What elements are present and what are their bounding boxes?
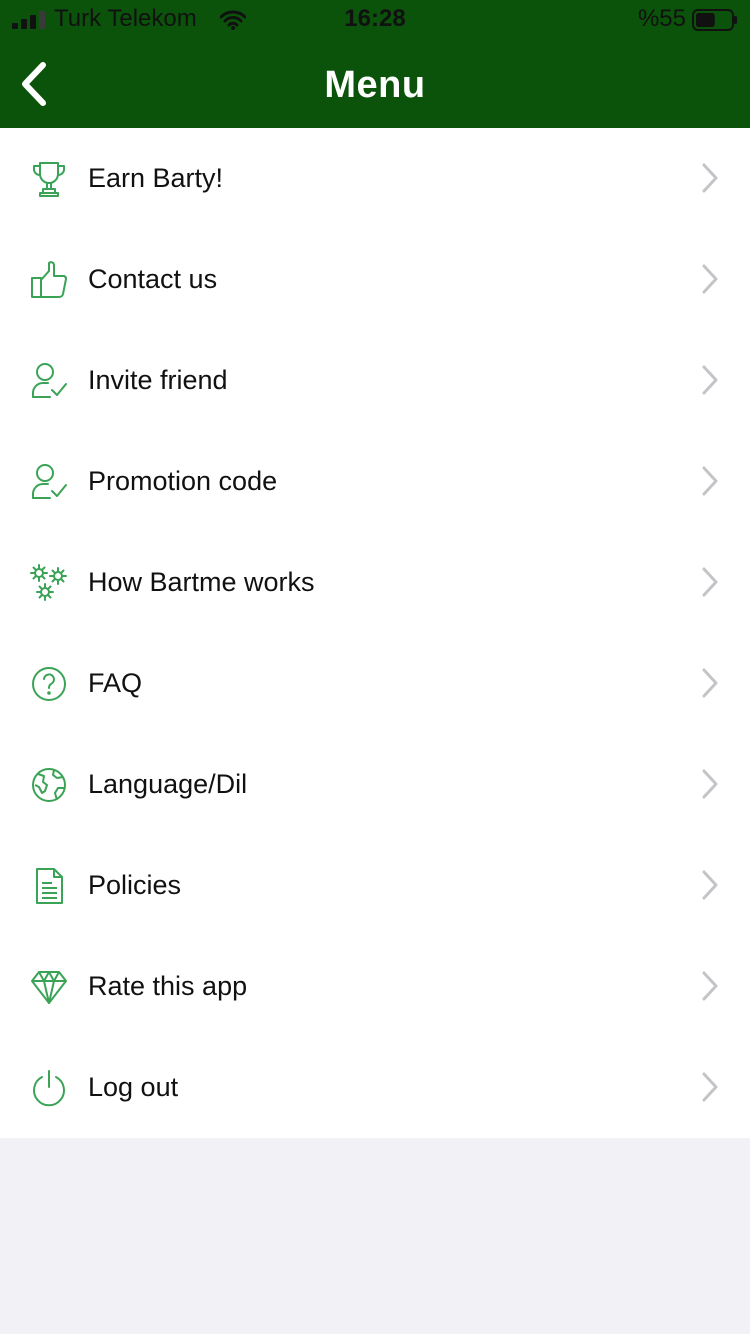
menu-item-label: Rate this app bbox=[88, 971, 248, 1001]
menu-item-label: Policies bbox=[88, 870, 182, 900]
battery-icon bbox=[692, 9, 737, 31]
back-button[interactable] bbox=[8, 54, 60, 114]
trophy-icon bbox=[30, 160, 68, 198]
chevron-right-icon bbox=[702, 567, 718, 597]
menu-item-label: Log out bbox=[88, 1072, 179, 1102]
menu-item-label: Language/Dil bbox=[88, 769, 248, 799]
globe-icon bbox=[30, 766, 68, 804]
menu-item-contact-us[interactable]: Contact us bbox=[0, 229, 750, 330]
document-icon bbox=[30, 867, 68, 905]
chevron-right-icon bbox=[702, 769, 718, 799]
battery-percent: %55 bbox=[637, 5, 686, 32]
page-title: Menu bbox=[324, 64, 426, 106]
menu-item-rate-app[interactable]: Rate this app bbox=[0, 936, 750, 1037]
gears-icon bbox=[30, 564, 68, 602]
chevron-right-icon bbox=[702, 163, 718, 193]
menu-item-label: How Bartme works bbox=[88, 567, 315, 597]
user-check-icon bbox=[30, 362, 68, 400]
chevron-right-icon bbox=[702, 870, 718, 900]
status-bar: Turk Telekom 16:28 %55 bbox=[0, 0, 750, 40]
user-check-icon bbox=[30, 463, 68, 501]
menu-item-label: Contact us bbox=[88, 264, 218, 294]
navigation-bar: Menu bbox=[0, 40, 750, 128]
thumbs-up-icon bbox=[30, 261, 68, 299]
chevron-right-icon bbox=[702, 466, 718, 496]
menu-item-language[interactable]: Language/Dil bbox=[0, 734, 750, 835]
menu-item-promotion-code[interactable]: Promotion code bbox=[0, 431, 750, 532]
menu-item-faq[interactable]: FAQ bbox=[0, 633, 750, 734]
menu-item-earn-barty[interactable]: Earn Barty! bbox=[0, 128, 750, 229]
menu-item-invite-friend[interactable]: Invite friend bbox=[0, 330, 750, 431]
diamond-icon bbox=[30, 968, 68, 1006]
empty-background bbox=[0, 1138, 750, 1334]
menu-item-label: Promotion code bbox=[88, 466, 278, 496]
chevron-left-icon bbox=[22, 62, 46, 106]
chevron-right-icon bbox=[702, 668, 718, 698]
menu-item-log-out[interactable]: Log out bbox=[0, 1037, 750, 1138]
menu-item-label: Earn Barty! bbox=[88, 163, 224, 193]
question-circle-icon bbox=[30, 665, 68, 703]
menu-item-label: Invite friend bbox=[88, 365, 228, 395]
chevron-right-icon bbox=[702, 264, 718, 294]
menu-item-label: FAQ bbox=[88, 668, 143, 698]
menu-item-policies[interactable]: Policies bbox=[0, 835, 750, 936]
chevron-right-icon bbox=[702, 1072, 718, 1102]
menu-item-how-bartme-works[interactable]: How Bartme works bbox=[0, 532, 750, 633]
chevron-right-icon bbox=[702, 365, 718, 395]
menu-list: Earn Barty! Contact us Invite friend Pro… bbox=[0, 128, 750, 1138]
power-icon bbox=[30, 1069, 68, 1107]
chevron-right-icon bbox=[702, 971, 718, 1001]
